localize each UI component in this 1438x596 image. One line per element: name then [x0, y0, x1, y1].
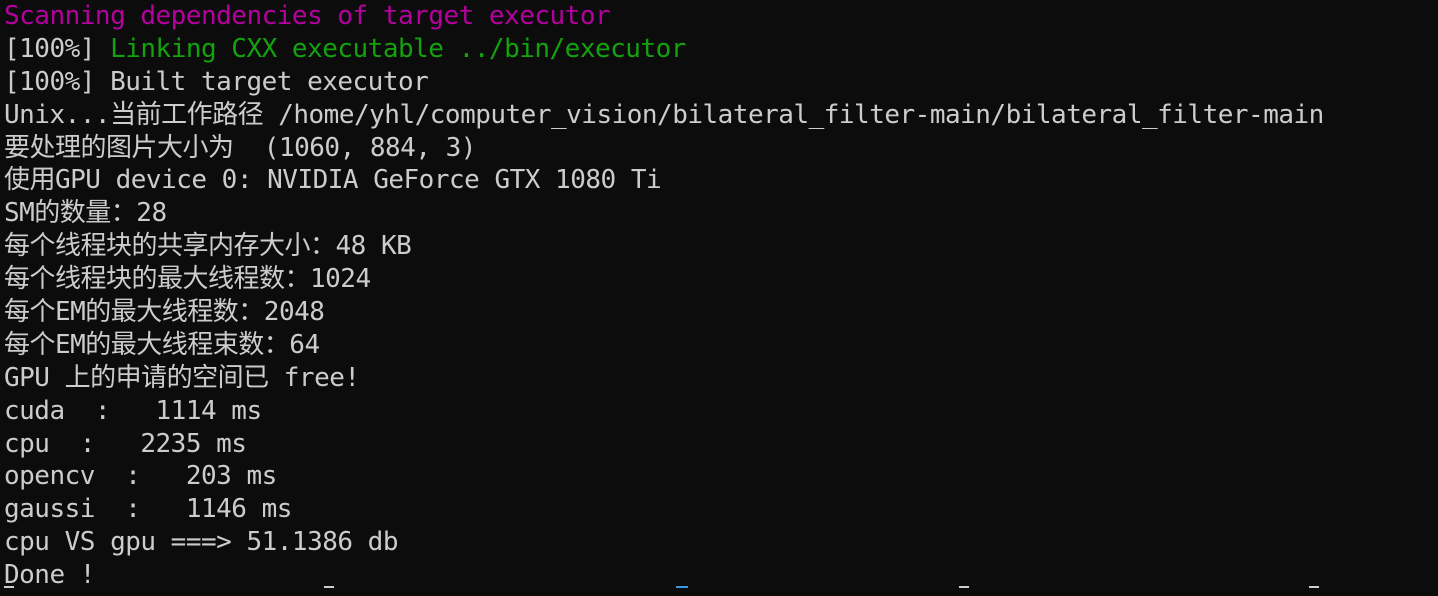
terminal-line-max-warps-em: 每个EM的最大线程束数：64	[4, 329, 320, 360]
cut-off-next-line	[4, 586, 1404, 596]
cut-off-glyph	[676, 586, 688, 596]
terminal-line-gaussi-time: gaussi : 1146 ms	[4, 494, 292, 525]
terminal-line-linking: [100%] Linking CXX executable ../bin/exe…	[4, 33, 1438, 66]
terminal-line-working-path: Unix...当前工作路径 /home/yhl/computer_vision/…	[4, 99, 1324, 130]
terminal-line-sm-count: SM的数量：28	[4, 198, 167, 229]
terminal-line-built: [100%] Built target executor	[4, 66, 429, 97]
terminal-line-opencv-time: opencv : 203 ms	[4, 461, 277, 492]
linking-text: Linking CXX executable ../bin/executor	[110, 33, 686, 64]
terminal-line-cpu-time: cpu : 2235 ms	[4, 428, 247, 459]
terminal-line-psnr: cpu VS gpu ===> 51.1386 db	[4, 527, 399, 558]
terminal-line-max-threads-em: 每个EM的最大线程数：2048	[4, 297, 325, 328]
terminal-window[interactable]: Scanning dependencies of target executor…	[0, 0, 1438, 596]
terminal-line-gpu-device: 使用GPU device 0: NVIDIA GeForce GTX 1080 …	[4, 165, 662, 196]
terminal-line-scanning: Scanning dependencies of target executor	[4, 1, 611, 31]
cut-off-glyph	[1309, 586, 1319, 596]
terminal-line-gpu-free: GPU 上的申请的空间已 free!	[4, 362, 360, 393]
terminal-line-max-threads-block: 每个线程块的最大线程数：1024	[4, 264, 371, 295]
cut-off-glyph	[4, 586, 14, 596]
terminal-line-shared-mem: 每个线程块的共享内存大小：48 KB	[4, 231, 412, 262]
terminal-line-image-size: 要处理的图片大小为 (1060, 884, 3)	[4, 132, 476, 163]
cut-off-glyph	[324, 586, 334, 596]
terminal-line-cuda-time: cuda : 1114 ms	[4, 395, 262, 426]
cut-off-glyph	[959, 586, 969, 596]
progress-prefix: [100%]	[4, 33, 111, 64]
